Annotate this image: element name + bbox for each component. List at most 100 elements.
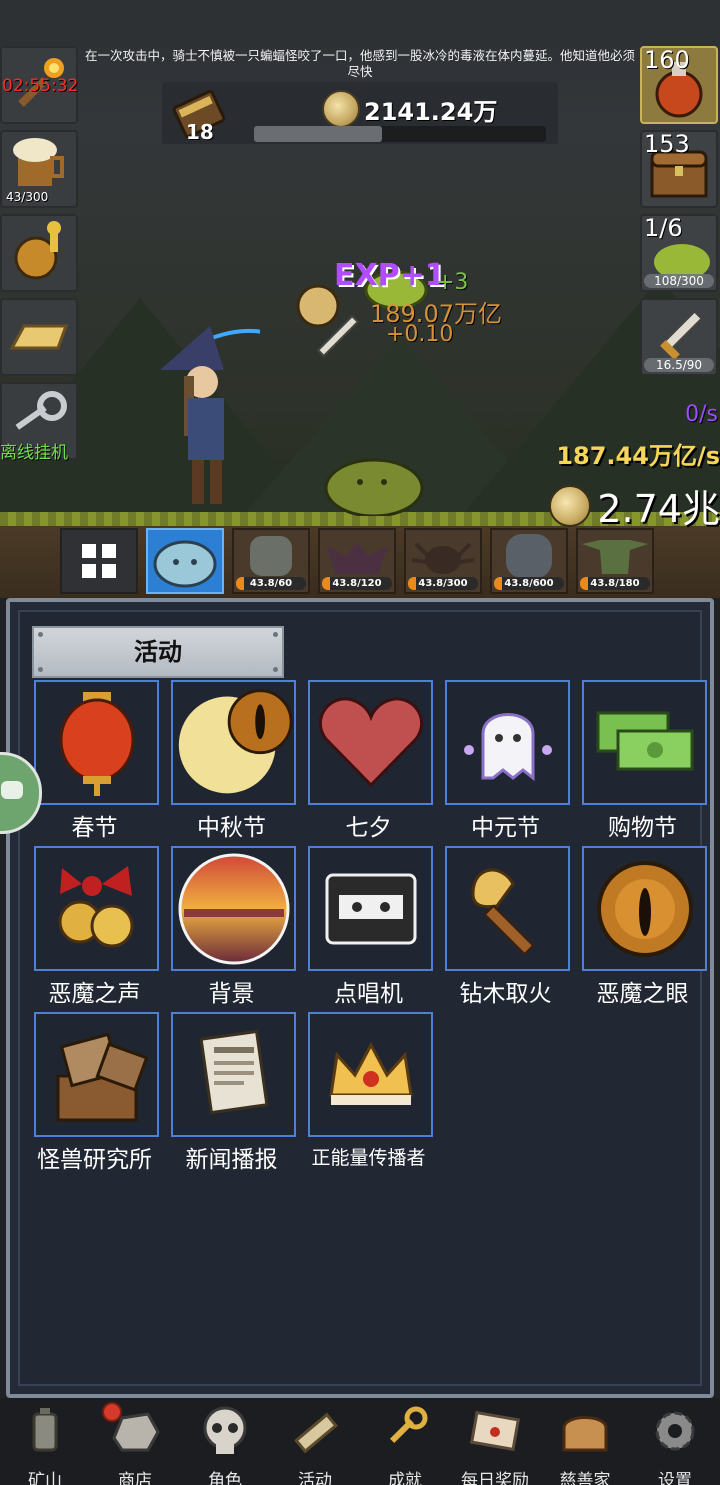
grid-icon [82, 544, 116, 578]
gold-progress-fill [254, 126, 383, 142]
activity-monster-lab[interactable]: 怪兽研究所 [26, 1012, 163, 1173]
envelope-icon [469, 1410, 521, 1452]
offline-label[interactable]: 离线挂机 [0, 438, 68, 463]
nav-label: 成就 [388, 1471, 422, 1485]
activity-icon-box [171, 846, 296, 971]
chest-slot[interactable]: 153 [640, 130, 718, 208]
panel-title: 活动 [32, 626, 284, 678]
monster-goblin[interactable]: 43.8/180 [576, 528, 654, 594]
silver-key-icon [15, 391, 67, 430]
nav-daily-reward[interactable]: 每日奖励 [450, 1398, 540, 1485]
demon-eye-icon [596, 860, 693, 957]
activity-qixi[interactable]: 七夕 [300, 680, 437, 841]
ghost-icon [463, 712, 552, 781]
total-gold: 2.74兆 [597, 487, 720, 531]
activity-demon-eye[interactable]: 恶魔之眼 [574, 846, 711, 1007]
activity-background[interactable]: 背景 [163, 846, 300, 1007]
nav-label: 角色 [208, 1471, 242, 1485]
activity-positive-energy[interactable]: 正能量传播者 [300, 1012, 437, 1169]
activity-label: 钻木取火 [459, 981, 552, 1007]
activity-icon-box [445, 680, 570, 805]
nav-mine[interactable]: 矿山 [0, 1398, 90, 1485]
activity-spring-festival[interactable]: 春节 [26, 680, 163, 841]
lab-crate-icon [56, 1032, 149, 1121]
potion-slot[interactable]: 160 [640, 46, 718, 124]
heart-icon [318, 696, 423, 787]
exp-rate: 0/s [685, 402, 718, 427]
activity-icon-box [308, 680, 433, 805]
bat-icon [326, 542, 388, 574]
sword-progress: 16.5/90 [644, 358, 714, 372]
nav-settings[interactable]: 设置 [630, 1398, 720, 1485]
activity-label: 恶魔之声 [48, 981, 141, 1007]
nav-activity[interactable]: 活动 [270, 1398, 360, 1485]
nav-philanthropist[interactable]: 慈善家 [540, 1398, 630, 1485]
activity-panel-inner: 活动 春节 中秋节 七夕 中元节 购物节 恶魔之声 背景 点唱机 钻木取火 恶魔… [18, 610, 707, 1386]
gold-rate: 187.44万亿/s [556, 442, 720, 470]
gold-bar-slot[interactable] [0, 298, 78, 376]
total-gold-row: 2.74兆 [549, 478, 720, 533]
slime-slot[interactable]: 1/6 108/300 [640, 214, 718, 292]
status-bar-area [0, 0, 720, 46]
activity-icon-box [34, 1012, 159, 1137]
lantern-nav-icon [32, 1408, 58, 1452]
nav-label: 矿山 [28, 1471, 62, 1485]
activity-panel: 活动 春节 中秋节 七夕 中元节 购物节 恶魔之声 背景 点唱机 钻木取火 恶魔… [6, 598, 714, 1398]
activity-ghost-festival[interactable]: 中元节 [437, 680, 574, 841]
sunset-icon [178, 853, 289, 964]
nav-label: 商店 [118, 1471, 152, 1485]
activity-jukebox[interactable]: 点唱机 [300, 846, 437, 1007]
spider-icon [411, 542, 475, 574]
gold-row: 2141.24万 [322, 90, 497, 128]
battle-scene: 在一次攻击中，骑士不慎被一只蝙蝠怪咬了一口，他感到一股冰冷的毒液在体内蔓延。他知… [0, 0, 720, 598]
activity-label: 点唱机 [334, 981, 403, 1007]
activity-label: 购物节 [608, 815, 677, 841]
moon-eye-icon [178, 688, 293, 793]
ghoul-icon [506, 534, 552, 578]
activity-icon-box [308, 1012, 433, 1137]
key-icon [389, 1406, 428, 1444]
activity-icon-box [582, 680, 707, 805]
monster-bat[interactable]: 43.8/120 [318, 528, 396, 594]
activity-icon-box [34, 680, 159, 805]
monster-ghoul[interactable]: 43.8/600 [490, 528, 568, 594]
beer-slot[interactable]: 43/300 [0, 130, 78, 208]
floating-plus: +3 [436, 270, 469, 295]
wizard-character [160, 326, 260, 504]
goblin-icon [582, 540, 648, 574]
activity-mid-autumn[interactable]: 中秋节 [163, 680, 300, 841]
monster-blue-slime[interactable] [146, 528, 224, 594]
activity-fire-drill[interactable]: 钻木取火 [437, 846, 574, 1007]
activity-label: 七夕 [345, 815, 392, 841]
activity-shopping-festival[interactable]: 购物节 [574, 680, 711, 841]
monster-menu-button[interactable] [60, 528, 138, 594]
zombie-icon [250, 536, 292, 576]
beer-mug-icon [13, 138, 64, 186]
cassette-icon [325, 873, 416, 944]
monster-zombie[interactable]: 43.8/60 [232, 528, 310, 594]
activity-label: 中秋节 [197, 815, 266, 841]
activity-grid: 春节 中秋节 七夕 中元节 购物节 恶魔之声 背景 点唱机 钻木取火 恶魔之眼 … [26, 680, 711, 1173]
nav-character[interactable]: 角色 [180, 1398, 270, 1485]
monster-progress: 43.8/120 [322, 577, 392, 590]
activity-label: 中元节 [471, 815, 540, 841]
monster-progress: 43.8/600 [494, 577, 564, 590]
sword-slot[interactable]: 16.5/90 [640, 298, 718, 376]
activity-icon-box [445, 846, 570, 971]
activity-icon-box [308, 846, 433, 971]
golden-key-icon [14, 221, 61, 280]
scroll-icon [294, 1412, 338, 1454]
crown-icon [328, 1041, 413, 1105]
monster-spider[interactable]: 43.8/300 [404, 528, 482, 594]
bell-bow-icon [58, 865, 133, 947]
potion-count: 160 [644, 46, 690, 74]
activity-news[interactable]: 新闻播报 [163, 1012, 300, 1173]
monster-progress: 43.8/300 [408, 577, 478, 590]
nav-achievements[interactable]: 成就 [360, 1398, 450, 1485]
golden-key-slot[interactable] [0, 214, 78, 292]
activity-demon-voice[interactable]: 恶魔之声 [26, 846, 163, 1007]
monster-progress: 43.8/60 [236, 577, 306, 590]
nav-label: 活动 [298, 1471, 332, 1485]
cash-icon [596, 711, 693, 770]
activity-label: 怪兽研究所 [37, 1147, 152, 1173]
